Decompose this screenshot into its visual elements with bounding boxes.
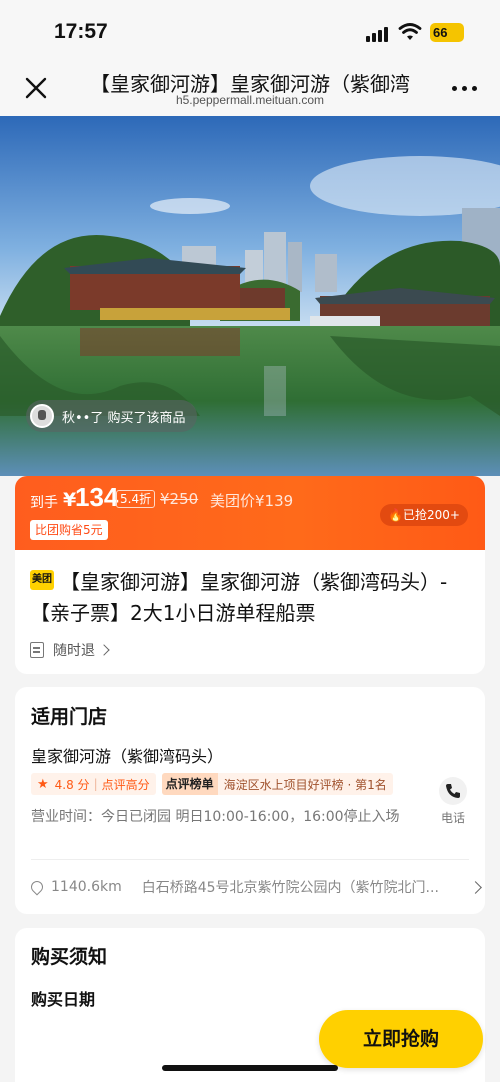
refund-policy-row[interactable]: 随时退 [30,640,110,660]
document-icon [30,642,44,658]
status-time: 17:57 [54,20,108,43]
meituan-price: 美团价¥139 [210,492,294,510]
fire-icon: 🔥 [388,508,404,522]
sold-count-badge: 🔥已抢200+ [380,504,468,526]
store-distance: 1140.6km [51,879,122,895]
avatar [30,404,54,428]
page-url: h5.peppermall.meituan.com [175,93,325,107]
more-options-icon[interactable] [450,76,480,100]
price-prefix: 到手 [30,495,58,511]
hero-image[interactable]: 秋••了 购买了该商品 [0,116,500,476]
recent-buyer-text: 秋••了 购买了该商品 [62,410,186,426]
product-card: 美团 【皇家御河游】皇家御河游（紫御湾码头）-【亲子票】2大1小日游单程船票 随… [15,550,485,674]
price-value: 134 [75,482,119,512]
ranking-text: 海淀区水上项目好评榜 · 第1名 [223,777,387,792]
original-price: ¥250 [160,490,199,508]
rating-note: 点评高分 [101,777,150,792]
chevron-right-icon [98,644,110,656]
discount-tag: 5.4折 [116,490,156,508]
address-row[interactable]: 1140.6km 白石桥路45号北京紫竹院公园内（紫竹院北门... [31,877,471,897]
star-icon: ★ [37,776,49,792]
home-indicator [162,1065,338,1071]
phone-icon [439,777,467,805]
phone-label: 电话 [440,811,465,825]
section-title-stores: 适用门店 [31,706,108,728]
notes-subtitle: 购买日期 [31,990,96,1009]
phone-button[interactable]: 电话 [435,777,471,826]
battery-icon: 66 [430,23,464,42]
status-bar: 17:57 66 [0,0,500,62]
store-address: 白石桥路45号北京紫竹院公园内（紫竹院北门... [141,880,439,896]
ranking-tag[interactable]: 点评榜单 海淀区水上项目好评榜 · 第1名 [161,773,393,795]
wifi-icon [398,23,422,40]
tag-separator: | [93,777,98,791]
sold-count-text: 已抢200+ [403,508,460,522]
divider [31,859,469,860]
product-title: 【皇家御河游】皇家御河游（紫御湾码头）-【亲子票】2大1小日游单程船票 [30,570,448,625]
rating-tag[interactable]: ★ 4.8 分 | 点评高分 [31,773,156,795]
battery-level: 66 [433,25,448,40]
cellular-signal-icon [366,26,390,42]
rating-value: 4.8 分 [54,777,90,792]
ranking-label: 点评榜单 [161,773,218,795]
business-hours: 营业时间：今日已闭园 明日10:00-16:00，16:00停止入场 [31,809,400,825]
price-banner: 到手 ¥ 134 5.4折 ¥250 美团价¥139 比团购省5元 🔥已抢200… [15,476,485,550]
browser-header: 【皇家御河游】皇家御河游（紫御湾码头） h5.peppermall.meitua… [0,62,500,116]
section-title-notes: 购买须知 [31,946,108,968]
saving-tag: 比团购省5元 [30,520,108,540]
store-name[interactable]: 皇家御河游（紫御湾码头） [31,743,223,767]
buy-now-button[interactable]: 立即抢购 [319,1010,483,1068]
store-tags: ★ 4.8 分 | 点评高分 点评榜单 海淀区水上项目好评榜 · 第1名 [31,773,393,795]
refund-policy-text: 随时退 [53,643,95,659]
recent-buyer-pill: 秋••了 购买了该商品 [26,400,198,432]
location-pin-icon [31,878,46,896]
close-icon[interactable] [22,74,50,102]
store-card: 适用门店 皇家御河游（紫御湾码头） ★ 4.8 分 | 点评高分 点评榜单 海淀… [15,687,485,914]
